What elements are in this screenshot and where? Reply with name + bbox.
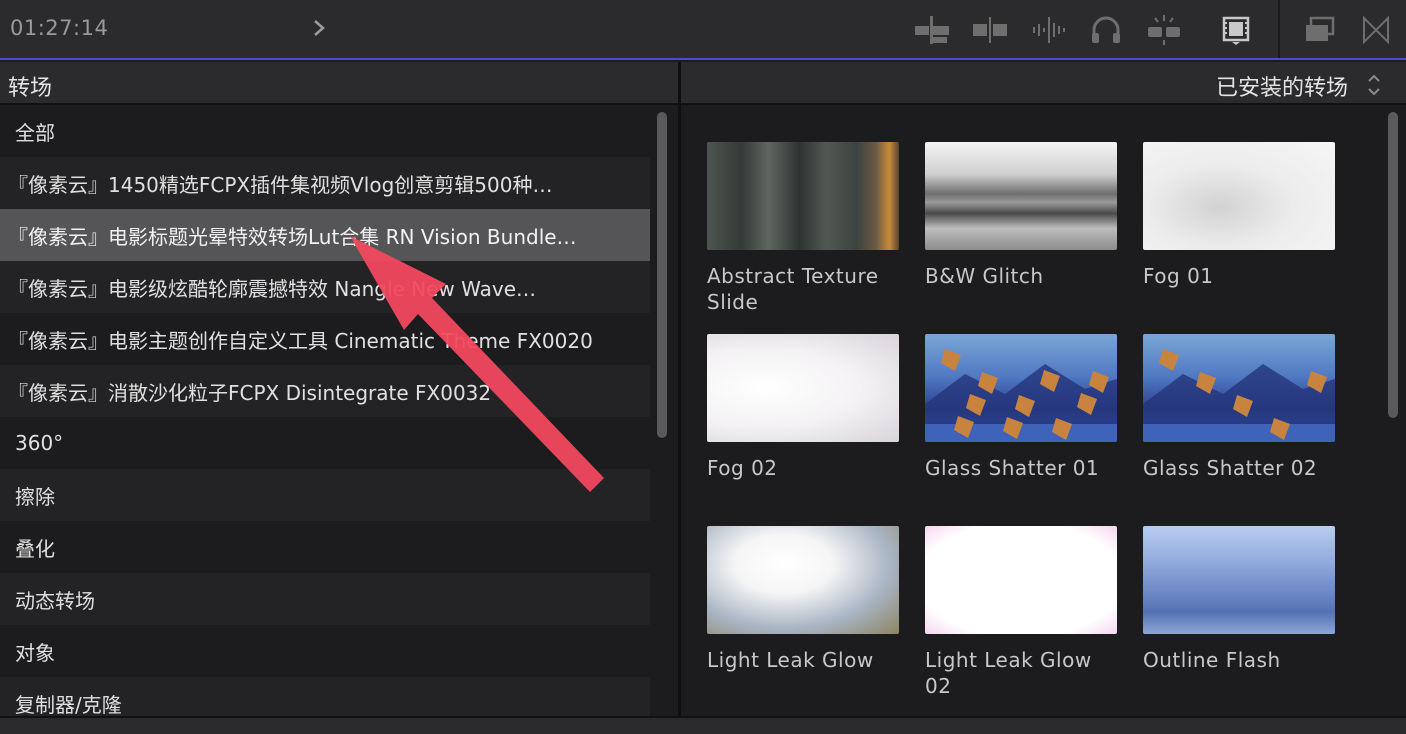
transition-label: Outline Flash [1143,648,1281,672]
transition-tile[interactable]: Fog 01 [1143,142,1335,289]
transition-thumbnail[interactable] [925,334,1117,442]
category-item-label: 叠化 [15,536,55,561]
transitions-grid-scrollbar[interactable] [1388,112,1398,418]
bottom-bar [0,716,1406,734]
category-item[interactable]: 复制器/克隆 [0,677,650,716]
sidebar-title: 转场 [8,76,53,101]
split-icon[interactable] [970,12,1010,48]
transition-thumbnail[interactable] [707,334,899,442]
transition-label: Glass Shatter 02 [1143,456,1318,480]
transition-label: Glass Shatter 01 [925,456,1100,480]
transition-thumbnail[interactable] [925,142,1117,250]
transition-thumbnail[interactable] [707,142,899,250]
transitions-sidebar-header: 转场 [0,62,678,105]
transition-tile[interactable]: Light Leak Glow [707,526,899,673]
headphones-icon[interactable] [1086,12,1126,48]
category-list-scrollbar[interactable] [657,112,667,438]
transition-tile[interactable]: Glass Shatter 02 [1143,334,1335,481]
category-item-label: 『像素云』电影主题创作自定义工具 Cinematic Theme FX0020 [8,328,593,353]
toolbar-divider [1278,0,1280,58]
category-item[interactable]: 动态转场 [0,573,650,625]
category-item[interactable]: 360° [0,417,650,469]
transition-label: Fog 01 [1143,264,1214,288]
category-item-label: 『像素云』电影标题光晕特效转场Lut合集 RN Vision Bundle… [8,224,577,249]
browser-header: 已安装的转场 [681,62,1406,105]
category-item[interactable]: 『像素云』电影级炫酷轮廓震撼特效 Nangle New Wave… [0,261,650,313]
chevron-updown-icon[interactable] [1366,72,1382,98]
window-icon[interactable] [1300,12,1340,48]
transition-tile[interactable]: Light Leak Glow 02 [925,526,1117,699]
category-item[interactable]: 『像素云』1450精选FCPX插件集视频Vlog创意剪辑500种… [0,157,650,209]
transition-label: Fog 02 [707,456,778,480]
close-panel-icon[interactable] [1356,12,1396,48]
transition-label: Light Leak Glow 02 [925,648,1092,698]
waveform-icon[interactable] [1028,12,1068,48]
transition-tile[interactable]: Abstract Texture Slide [707,142,899,315]
category-item-label: 『像素云』1450精选FCPX插件集视频Vlog创意剪辑500种… [8,172,553,197]
filmstrip-icon[interactable] [1216,12,1256,48]
category-item-label: 『像素云』消散沙化粒子FCPX Disintegrate FX0032 [8,380,492,405]
transition-label: Abstract Texture Slide [707,264,879,314]
transition-thumbnail[interactable] [707,526,899,634]
category-item[interactable]: 『像素云』电影标题光晕特效转场Lut合集 RN Vision Bundle… [0,209,650,261]
category-item[interactable]: 叠化 [0,521,650,573]
category-item-label: 『像素云』电影级炫酷轮廓震撼特效 Nangle New Wave… [8,276,537,301]
category-item[interactable]: 对象 [0,625,650,677]
category-item[interactable]: 『像素云』电影主题创作自定义工具 Cinematic Theme FX0020 [0,313,650,365]
category-item[interactable]: 擦除 [0,469,650,521]
transition-tile[interactable]: Fog 02 [707,334,899,481]
transition-thumbnail[interactable] [1143,334,1335,442]
transitions-grid: Abstract Texture Slide B&W Glitch Fog 01 Fo… [681,105,1381,716]
transition-thumbnail[interactable] [925,526,1117,634]
category-item-label: 擦除 [15,484,55,509]
transition-thumbnail[interactable] [1143,142,1335,250]
category-item-label: 全部 [15,120,55,145]
transition-label: Light Leak Glow [707,648,874,672]
timecode-display: 01:27:14 [10,16,109,40]
transition-label: B&W Glitch [925,264,1044,288]
solo-icon[interactable] [1144,12,1184,48]
category-item-label: 360° [15,431,64,455]
category-item-label: 复制器/克隆 [15,692,122,717]
category-item-label: 对象 [15,640,55,665]
transition-thumbnail[interactable] [1143,526,1335,634]
transition-tile[interactable]: B&W Glitch [925,142,1117,289]
category-item[interactable]: 全部 [0,105,650,157]
top-toolbar: 01:27:14 [0,0,1406,60]
transition-tile[interactable]: Glass Shatter 01 [925,334,1117,481]
category-item[interactable]: 『像素云』消散沙化粒子FCPX Disintegrate FX0032 [0,365,650,417]
transition-tile[interactable]: Outline Flash [1143,526,1335,673]
installed-transitions-select[interactable]: 已安装的转场 [1216,70,1348,102]
category-list: 全部『像素云』1450精选FCPX插件集视频Vlog创意剪辑500种… 『像素云』… [0,105,650,716]
category-item-label: 动态转场 [15,588,95,613]
clip-connect-icon[interactable] [912,12,952,48]
chevron-right-icon[interactable] [310,14,330,42]
